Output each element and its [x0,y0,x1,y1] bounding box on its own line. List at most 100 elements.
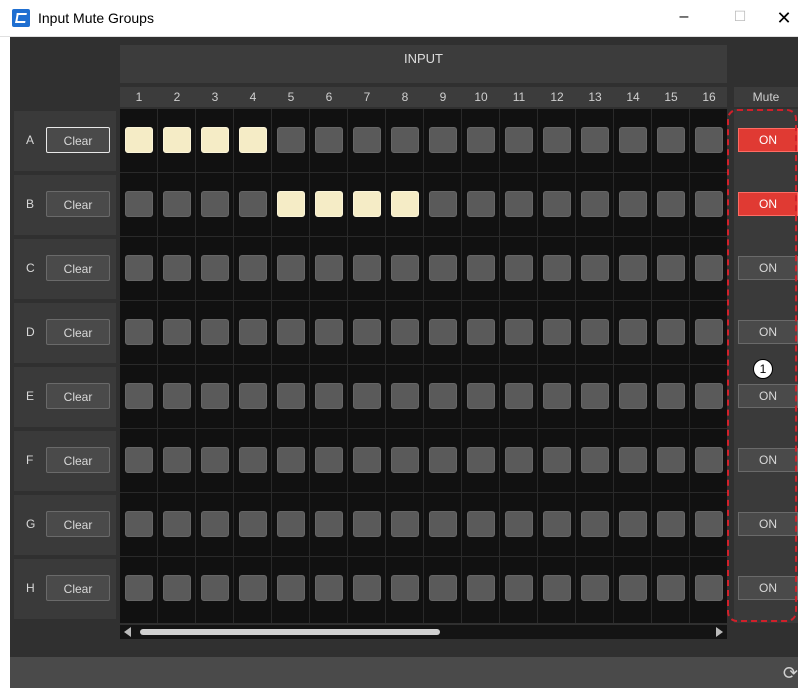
scroll-right-icon[interactable] [716,627,723,637]
assign-toggle-c-5[interactable] [277,255,305,281]
assign-toggle-h-13[interactable] [581,575,609,601]
assign-toggle-h-9[interactable] [429,575,457,601]
maximize-button[interactable]: ☐ [728,8,752,28]
assign-toggle-g-11[interactable] [505,511,533,537]
mute-on-button-a[interactable]: ON [738,128,798,152]
assign-toggle-d-5[interactable] [277,319,305,345]
assign-toggle-h-14[interactable] [619,575,647,601]
assign-toggle-a-8[interactable] [391,127,419,153]
assign-toggle-b-1[interactable] [125,191,153,217]
assign-toggle-e-16[interactable] [695,383,723,409]
assign-toggle-c-6[interactable] [315,255,343,281]
mute-on-button-g[interactable]: ON [738,512,798,536]
assign-toggle-g-15[interactable] [657,511,685,537]
assign-toggle-g-3[interactable] [201,511,229,537]
assign-toggle-f-6[interactable] [315,447,343,473]
assign-toggle-g-10[interactable] [467,511,495,537]
assign-toggle-d-3[interactable] [201,319,229,345]
assign-toggle-e-3[interactable] [201,383,229,409]
assign-toggle-c-4[interactable] [239,255,267,281]
assign-toggle-g-14[interactable] [619,511,647,537]
minimize-button[interactable]: – [672,8,696,28]
assign-toggle-a-14[interactable] [619,127,647,153]
assign-toggle-c-14[interactable] [619,255,647,281]
assign-toggle-a-6[interactable] [315,127,343,153]
assign-toggle-c-13[interactable] [581,255,609,281]
assign-toggle-h-11[interactable] [505,575,533,601]
clear-button-b[interactable]: Clear [46,191,110,217]
assign-toggle-c-3[interactable] [201,255,229,281]
assign-toggle-f-16[interactable] [695,447,723,473]
assign-toggle-d-8[interactable] [391,319,419,345]
assign-toggle-f-11[interactable] [505,447,533,473]
assign-toggle-h-1[interactable] [125,575,153,601]
assign-toggle-e-11[interactable] [505,383,533,409]
assign-toggle-a-13[interactable] [581,127,609,153]
assign-toggle-f-12[interactable] [543,447,571,473]
assign-toggle-b-12[interactable] [543,191,571,217]
assign-toggle-d-10[interactable] [467,319,495,345]
assign-toggle-g-13[interactable] [581,511,609,537]
assign-toggle-a-11[interactable] [505,127,533,153]
assign-toggle-h-4[interactable] [239,575,267,601]
assign-toggle-e-9[interactable] [429,383,457,409]
assign-toggle-c-10[interactable] [467,255,495,281]
mute-on-button-h[interactable]: ON [738,576,798,600]
assign-toggle-h-5[interactable] [277,575,305,601]
assign-toggle-c-7[interactable] [353,255,381,281]
assign-toggle-c-2[interactable] [163,255,191,281]
assign-toggle-e-7[interactable] [353,383,381,409]
horizontal-scrollbar[interactable] [120,625,727,639]
assign-toggle-a-12[interactable] [543,127,571,153]
refresh-icon[interactable]: ⟳ [783,663,798,684]
assign-toggle-g-16[interactable] [695,511,723,537]
clear-button-f[interactable]: Clear [46,447,110,473]
clear-button-g[interactable]: Clear [46,511,110,537]
assign-toggle-c-16[interactable] [695,255,723,281]
assign-toggle-e-15[interactable] [657,383,685,409]
clear-button-e[interactable]: Clear [46,383,110,409]
assign-toggle-b-13[interactable] [581,191,609,217]
assign-toggle-f-10[interactable] [467,447,495,473]
mute-on-button-b[interactable]: ON [738,192,798,216]
assign-toggle-a-2[interactable] [163,127,191,153]
assign-toggle-d-2[interactable] [163,319,191,345]
assign-toggle-b-6[interactable] [315,191,343,217]
assign-toggle-e-8[interactable] [391,383,419,409]
clear-button-d[interactable]: Clear [46,319,110,345]
assign-toggle-a-10[interactable] [467,127,495,153]
assign-toggle-c-15[interactable] [657,255,685,281]
close-button[interactable]: ✕ [772,8,796,28]
assign-toggle-d-7[interactable] [353,319,381,345]
assign-toggle-b-8[interactable] [391,191,419,217]
assign-toggle-g-8[interactable] [391,511,419,537]
assign-toggle-d-6[interactable] [315,319,343,345]
assign-toggle-h-12[interactable] [543,575,571,601]
assign-toggle-f-4[interactable] [239,447,267,473]
assign-toggle-e-12[interactable] [543,383,571,409]
assign-toggle-c-11[interactable] [505,255,533,281]
assign-toggle-g-4[interactable] [239,511,267,537]
assign-toggle-d-12[interactable] [543,319,571,345]
clear-button-h[interactable]: Clear [46,575,110,601]
assign-toggle-b-16[interactable] [695,191,723,217]
assign-toggle-e-5[interactable] [277,383,305,409]
assign-toggle-b-15[interactable] [657,191,685,217]
assign-toggle-b-10[interactable] [467,191,495,217]
assign-toggle-f-13[interactable] [581,447,609,473]
assign-toggle-g-5[interactable] [277,511,305,537]
assign-toggle-c-1[interactable] [125,255,153,281]
assign-toggle-f-3[interactable] [201,447,229,473]
assign-toggle-a-15[interactable] [657,127,685,153]
assign-toggle-g-7[interactable] [353,511,381,537]
assign-toggle-d-15[interactable] [657,319,685,345]
assign-toggle-a-9[interactable] [429,127,457,153]
assign-toggle-h-10[interactable] [467,575,495,601]
assign-toggle-h-3[interactable] [201,575,229,601]
clear-button-a[interactable]: Clear [46,127,110,153]
mute-on-button-f[interactable]: ON [738,448,798,472]
assign-toggle-d-13[interactable] [581,319,609,345]
assign-toggle-f-8[interactable] [391,447,419,473]
assign-toggle-a-7[interactable] [353,127,381,153]
assign-toggle-e-1[interactable] [125,383,153,409]
